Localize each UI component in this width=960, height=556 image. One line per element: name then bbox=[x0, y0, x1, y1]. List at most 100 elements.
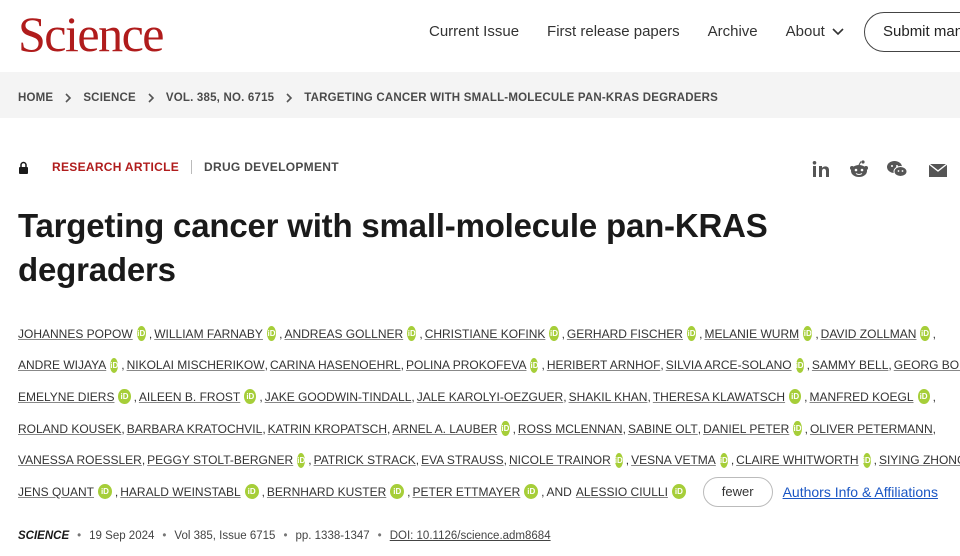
author-name[interactable]: CARINA HASENOEHRL bbox=[270, 358, 401, 372]
orcid-icon[interactable]: iD bbox=[686, 326, 697, 342]
orcid-icon[interactable]: iD bbox=[524, 484, 539, 500]
author-separator: , bbox=[419, 326, 423, 341]
author-separator: , bbox=[407, 484, 411, 499]
author-name[interactable]: HARALD WEINSTABL bbox=[120, 485, 240, 499]
orcid-icon[interactable]: iD bbox=[862, 452, 871, 468]
author-name[interactable]: CLAIRE WHITWORTH bbox=[736, 453, 858, 467]
author-name[interactable]: JENS QUANT bbox=[18, 485, 94, 499]
breadcrumb-volume[interactable]: VOL. 385, NO. 6715 bbox=[166, 92, 274, 104]
orcid-icon[interactable]: iD bbox=[549, 326, 559, 342]
orcid-icon[interactable]: iD bbox=[266, 326, 277, 342]
author-name[interactable]: OLIVER PETERMANN bbox=[810, 422, 933, 436]
author-name[interactable]: ROLAND KOUSEK bbox=[18, 422, 121, 436]
author-name[interactable]: THERESA KLAWATSCH bbox=[653, 390, 785, 404]
author-name[interactable]: EVA STRAUSS bbox=[421, 453, 503, 467]
authors-info-affiliations-link[interactable]: Authors Info & Affiliations bbox=[783, 484, 938, 500]
author-separator: , bbox=[121, 421, 125, 436]
reddit-icon[interactable] bbox=[848, 159, 870, 179]
author-name[interactable]: VANESSA ROESSLER bbox=[18, 453, 142, 467]
author-separator: , bbox=[815, 326, 819, 341]
author-separator: , bbox=[264, 358, 268, 373]
submit-manuscript-button[interactable]: Submit man bbox=[864, 12, 960, 52]
author-name[interactable]: CHRISTIANE KOFINK bbox=[425, 327, 546, 341]
author-name[interactable]: MELANIE WURM bbox=[704, 327, 799, 341]
author-name[interactable]: KATRIN KROPATSCH bbox=[268, 422, 387, 436]
nav-current-issue[interactable]: Current Issue bbox=[429, 22, 519, 42]
author-name[interactable]: JOHANNES POPOW bbox=[18, 327, 133, 341]
author-separator: , bbox=[512, 421, 516, 436]
orcid-icon[interactable]: iD bbox=[390, 484, 405, 500]
author-name[interactable]: ALESSIO CIULLI bbox=[576, 485, 668, 499]
orcid-icon[interactable]: iD bbox=[719, 452, 728, 468]
orcid-icon[interactable]: iD bbox=[671, 484, 686, 500]
orcid-icon[interactable]: iD bbox=[803, 326, 813, 342]
orcid-icon[interactable]: iD bbox=[789, 389, 802, 405]
author-name[interactable]: POLINA PROKOFEVA bbox=[406, 358, 526, 372]
author-name[interactable]: NICOLE TRAINOR bbox=[509, 453, 611, 467]
orcid-icon[interactable]: iD bbox=[118, 389, 131, 405]
orcid-icon[interactable]: iD bbox=[920, 326, 930, 342]
orcid-icon[interactable]: iD bbox=[244, 389, 257, 405]
author-name[interactable]: MANFRED KOEGL bbox=[810, 390, 914, 404]
article-title: Targeting cancer with small-molecule pan… bbox=[18, 207, 768, 288]
author-name[interactable]: BERNHARD KUSTER bbox=[267, 485, 386, 499]
orcid-icon[interactable]: iD bbox=[614, 452, 623, 468]
author-name[interactable]: DANIEL PETER bbox=[703, 422, 789, 436]
page-range: pp. 1338-1347 bbox=[295, 530, 370, 542]
author-name[interactable]: GEORG BOECK bbox=[894, 358, 960, 372]
article-type[interactable]: RESEARCH ARTICLE bbox=[52, 160, 179, 174]
author-name[interactable]: ARNEL A. LAUBER bbox=[392, 422, 497, 436]
author-name[interactable]: ANDRE WIJAYA bbox=[18, 358, 106, 372]
science-logo[interactable]: Science bbox=[18, 6, 164, 62]
nav-first-release-papers[interactable]: First release papers bbox=[547, 22, 680, 42]
author-name[interactable]: SIYING ZHONG bbox=[879, 453, 960, 467]
author-separator: , bbox=[888, 358, 892, 373]
author-name[interactable]: SABINE OLT bbox=[628, 422, 698, 436]
author-name[interactable]: SHAKIL KHAN bbox=[569, 390, 648, 404]
breadcrumb-science[interactable]: SCIENCE bbox=[83, 92, 136, 104]
orcid-icon[interactable]: iD bbox=[136, 326, 146, 342]
author-name[interactable]: SAMMY BELL bbox=[812, 358, 888, 372]
orcid-icon[interactable]: iD bbox=[244, 484, 259, 500]
orcid-icon[interactable]: iD bbox=[530, 357, 539, 373]
author-name[interactable]: DAVID ZOLLMAN bbox=[821, 327, 917, 341]
author-name[interactable]: WILLIAM FARNABY bbox=[154, 327, 263, 341]
orcid-icon[interactable]: iD bbox=[297, 452, 306, 468]
orcid-icon[interactable]: iD bbox=[98, 484, 112, 500]
author-separator: , bbox=[400, 358, 404, 373]
author-name[interactable]: ANDREAS GOLLNER bbox=[284, 327, 403, 341]
author-name[interactable]: NIKOLAI MISCHERIKOW bbox=[127, 358, 265, 372]
author-name[interactable]: EMELYNE DIERS bbox=[18, 390, 114, 404]
author-name[interactable]: ROSS MCLENNAN bbox=[518, 422, 623, 436]
orcid-icon[interactable]: iD bbox=[917, 389, 930, 405]
wechat-icon[interactable] bbox=[886, 159, 908, 179]
nav-about[interactable]: About bbox=[786, 22, 845, 42]
breadcrumb-home[interactable]: HOME bbox=[18, 92, 53, 104]
author-name[interactable]: JALE KAROLYI-OEZGUER bbox=[417, 390, 563, 404]
author-name[interactable]: PATRICK STRACK bbox=[314, 453, 416, 467]
author-name[interactable]: PEGGY STOLT-BERGNER bbox=[147, 453, 293, 467]
doi-link[interactable]: DOI: 10.1126/science.adm8684 bbox=[390, 530, 551, 542]
author-name[interactable]: HERIBERT ARNHOF bbox=[547, 358, 661, 372]
author-name[interactable]: BARBARA KRATOCHVIL bbox=[127, 422, 263, 436]
author-name[interactable]: GERHARD FISCHER bbox=[567, 327, 683, 341]
author-name[interactable]: JAKE GOODWIN-TINDALL bbox=[265, 390, 412, 404]
journal-name[interactable]: SCIENCE bbox=[18, 530, 69, 542]
orcid-icon[interactable]: iD bbox=[795, 357, 804, 373]
author-name[interactable]: VESNA VETMA bbox=[631, 453, 716, 467]
orcid-icon[interactable]: iD bbox=[110, 357, 119, 373]
orcid-icon[interactable]: iD bbox=[407, 326, 417, 342]
volume-issue[interactable]: Vol 385, Issue 6715 bbox=[174, 530, 275, 542]
orcid-icon[interactable]: iD bbox=[793, 421, 802, 437]
author-name[interactable]: PETER ETTMAYER bbox=[413, 485, 521, 499]
nav-archive[interactable]: Archive bbox=[708, 22, 758, 42]
linkedin-icon[interactable] bbox=[811, 160, 833, 180]
article-subject[interactable]: DRUG DEVELOPMENT bbox=[204, 160, 339, 174]
email-icon[interactable] bbox=[927, 160, 949, 180]
author-name[interactable]: SILVIA ARCE-SOLANO bbox=[666, 358, 792, 372]
author-separator: , bbox=[503, 453, 507, 468]
fewer-authors-button[interactable]: fewer bbox=[702, 476, 773, 507]
author-name[interactable]: AILEEN B. FROST bbox=[139, 390, 240, 404]
orcid-icon[interactable]: iD bbox=[501, 421, 510, 437]
breadcrumb: HOME SCIENCE VOL. 385, NO. 6715 TARGETIN… bbox=[18, 92, 718, 104]
